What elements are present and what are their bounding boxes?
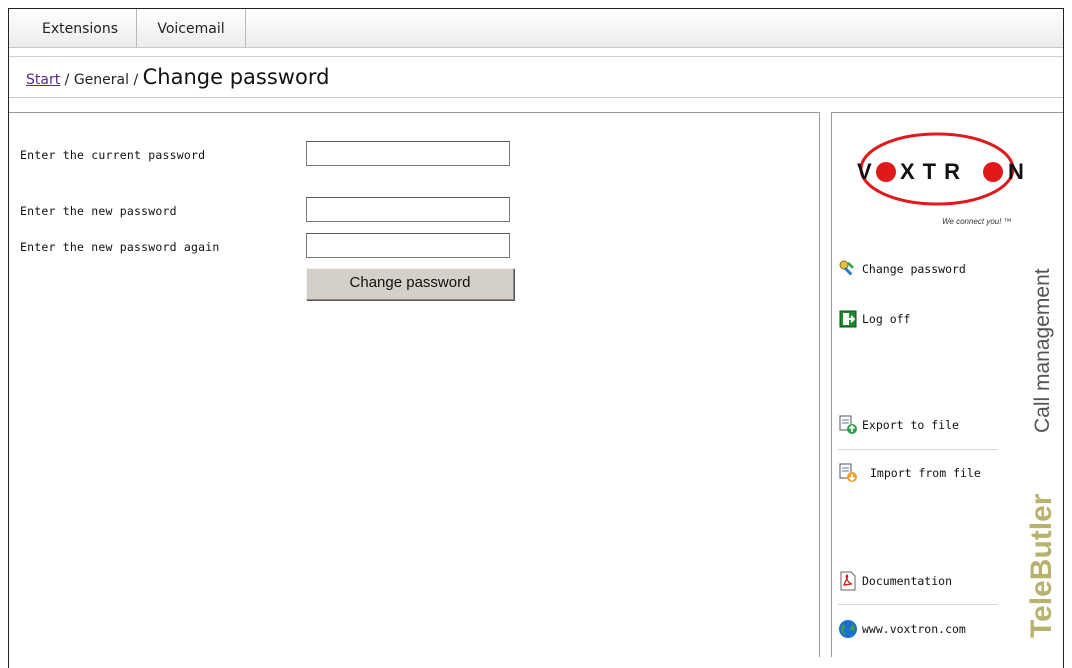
breadcrumb-start-link[interactable]: Start xyxy=(26,72,60,88)
brand-name: TeleButler xyxy=(1025,493,1058,638)
breadcrumb-separator: / xyxy=(129,72,143,88)
svg-text:XTR: XTR xyxy=(900,159,968,184)
sidebar-link-label: www.voxtron.com xyxy=(862,622,966,636)
breadcrumb-separator: / xyxy=(60,72,74,88)
tab-bar: Extensions Voicemail xyxy=(9,9,1063,48)
sidebar-divider xyxy=(838,449,998,450)
key-icon xyxy=(838,259,858,279)
new-password-label: Enter the new password xyxy=(20,204,177,218)
exit-icon xyxy=(838,309,858,329)
slogan: We connect you! ™ xyxy=(942,217,1012,226)
svg-text:N: N xyxy=(1008,159,1024,184)
sidebar-import-link[interactable]: Import from file xyxy=(838,463,998,485)
tab-extensions[interactable]: Extensions xyxy=(24,9,137,47)
globe-icon xyxy=(838,619,858,639)
new-password-again-field[interactable] xyxy=(306,233,510,258)
new-password-again-label: Enter the new password again xyxy=(20,240,220,254)
import-icon xyxy=(838,463,858,483)
telebutler-branding: TeleButler Call management xyxy=(1025,268,1058,638)
change-password-button[interactable]: Change password xyxy=(306,268,514,300)
change-password-form: Enter the current password Enter the new… xyxy=(9,112,820,657)
current-password-field[interactable] xyxy=(306,141,510,166)
sidebar-divider xyxy=(838,604,998,605)
sidebar-link-label: Documentation xyxy=(862,574,953,588)
sidebar-link-label: Export to file xyxy=(862,418,959,432)
new-password-field[interactable] xyxy=(306,197,510,222)
sidebar-link-label: Log off xyxy=(862,312,911,326)
current-password-label: Enter the current password xyxy=(20,148,206,162)
breadcrumb: Start / General / Change password xyxy=(26,65,329,89)
sidebar-export-link[interactable]: Export to file xyxy=(838,415,998,437)
sidebar: V XTR N We connect you! ™ Change passwor… xyxy=(831,112,1063,657)
page-title: Change password xyxy=(142,65,330,89)
breadcrumb-general: General xyxy=(73,72,130,88)
product-name: Call management xyxy=(1031,268,1054,433)
breadcrumb-bar: Start / General / Change password xyxy=(9,56,1063,98)
sidebar-website-link[interactable]: www.voxtron.com xyxy=(838,619,998,641)
export-icon xyxy=(838,415,858,435)
sidebar-link-label: Import from file xyxy=(870,466,981,480)
sidebar-change-password-link[interactable]: Change password xyxy=(838,259,998,281)
pdf-icon xyxy=(838,571,858,591)
sidebar-documentation-link[interactable]: Documentation xyxy=(838,571,998,593)
sidebar-link-label: Change password xyxy=(862,262,966,276)
tab-voicemail[interactable]: Voicemail xyxy=(137,9,246,47)
sidebar-log-off-link[interactable]: Log off xyxy=(838,309,998,331)
